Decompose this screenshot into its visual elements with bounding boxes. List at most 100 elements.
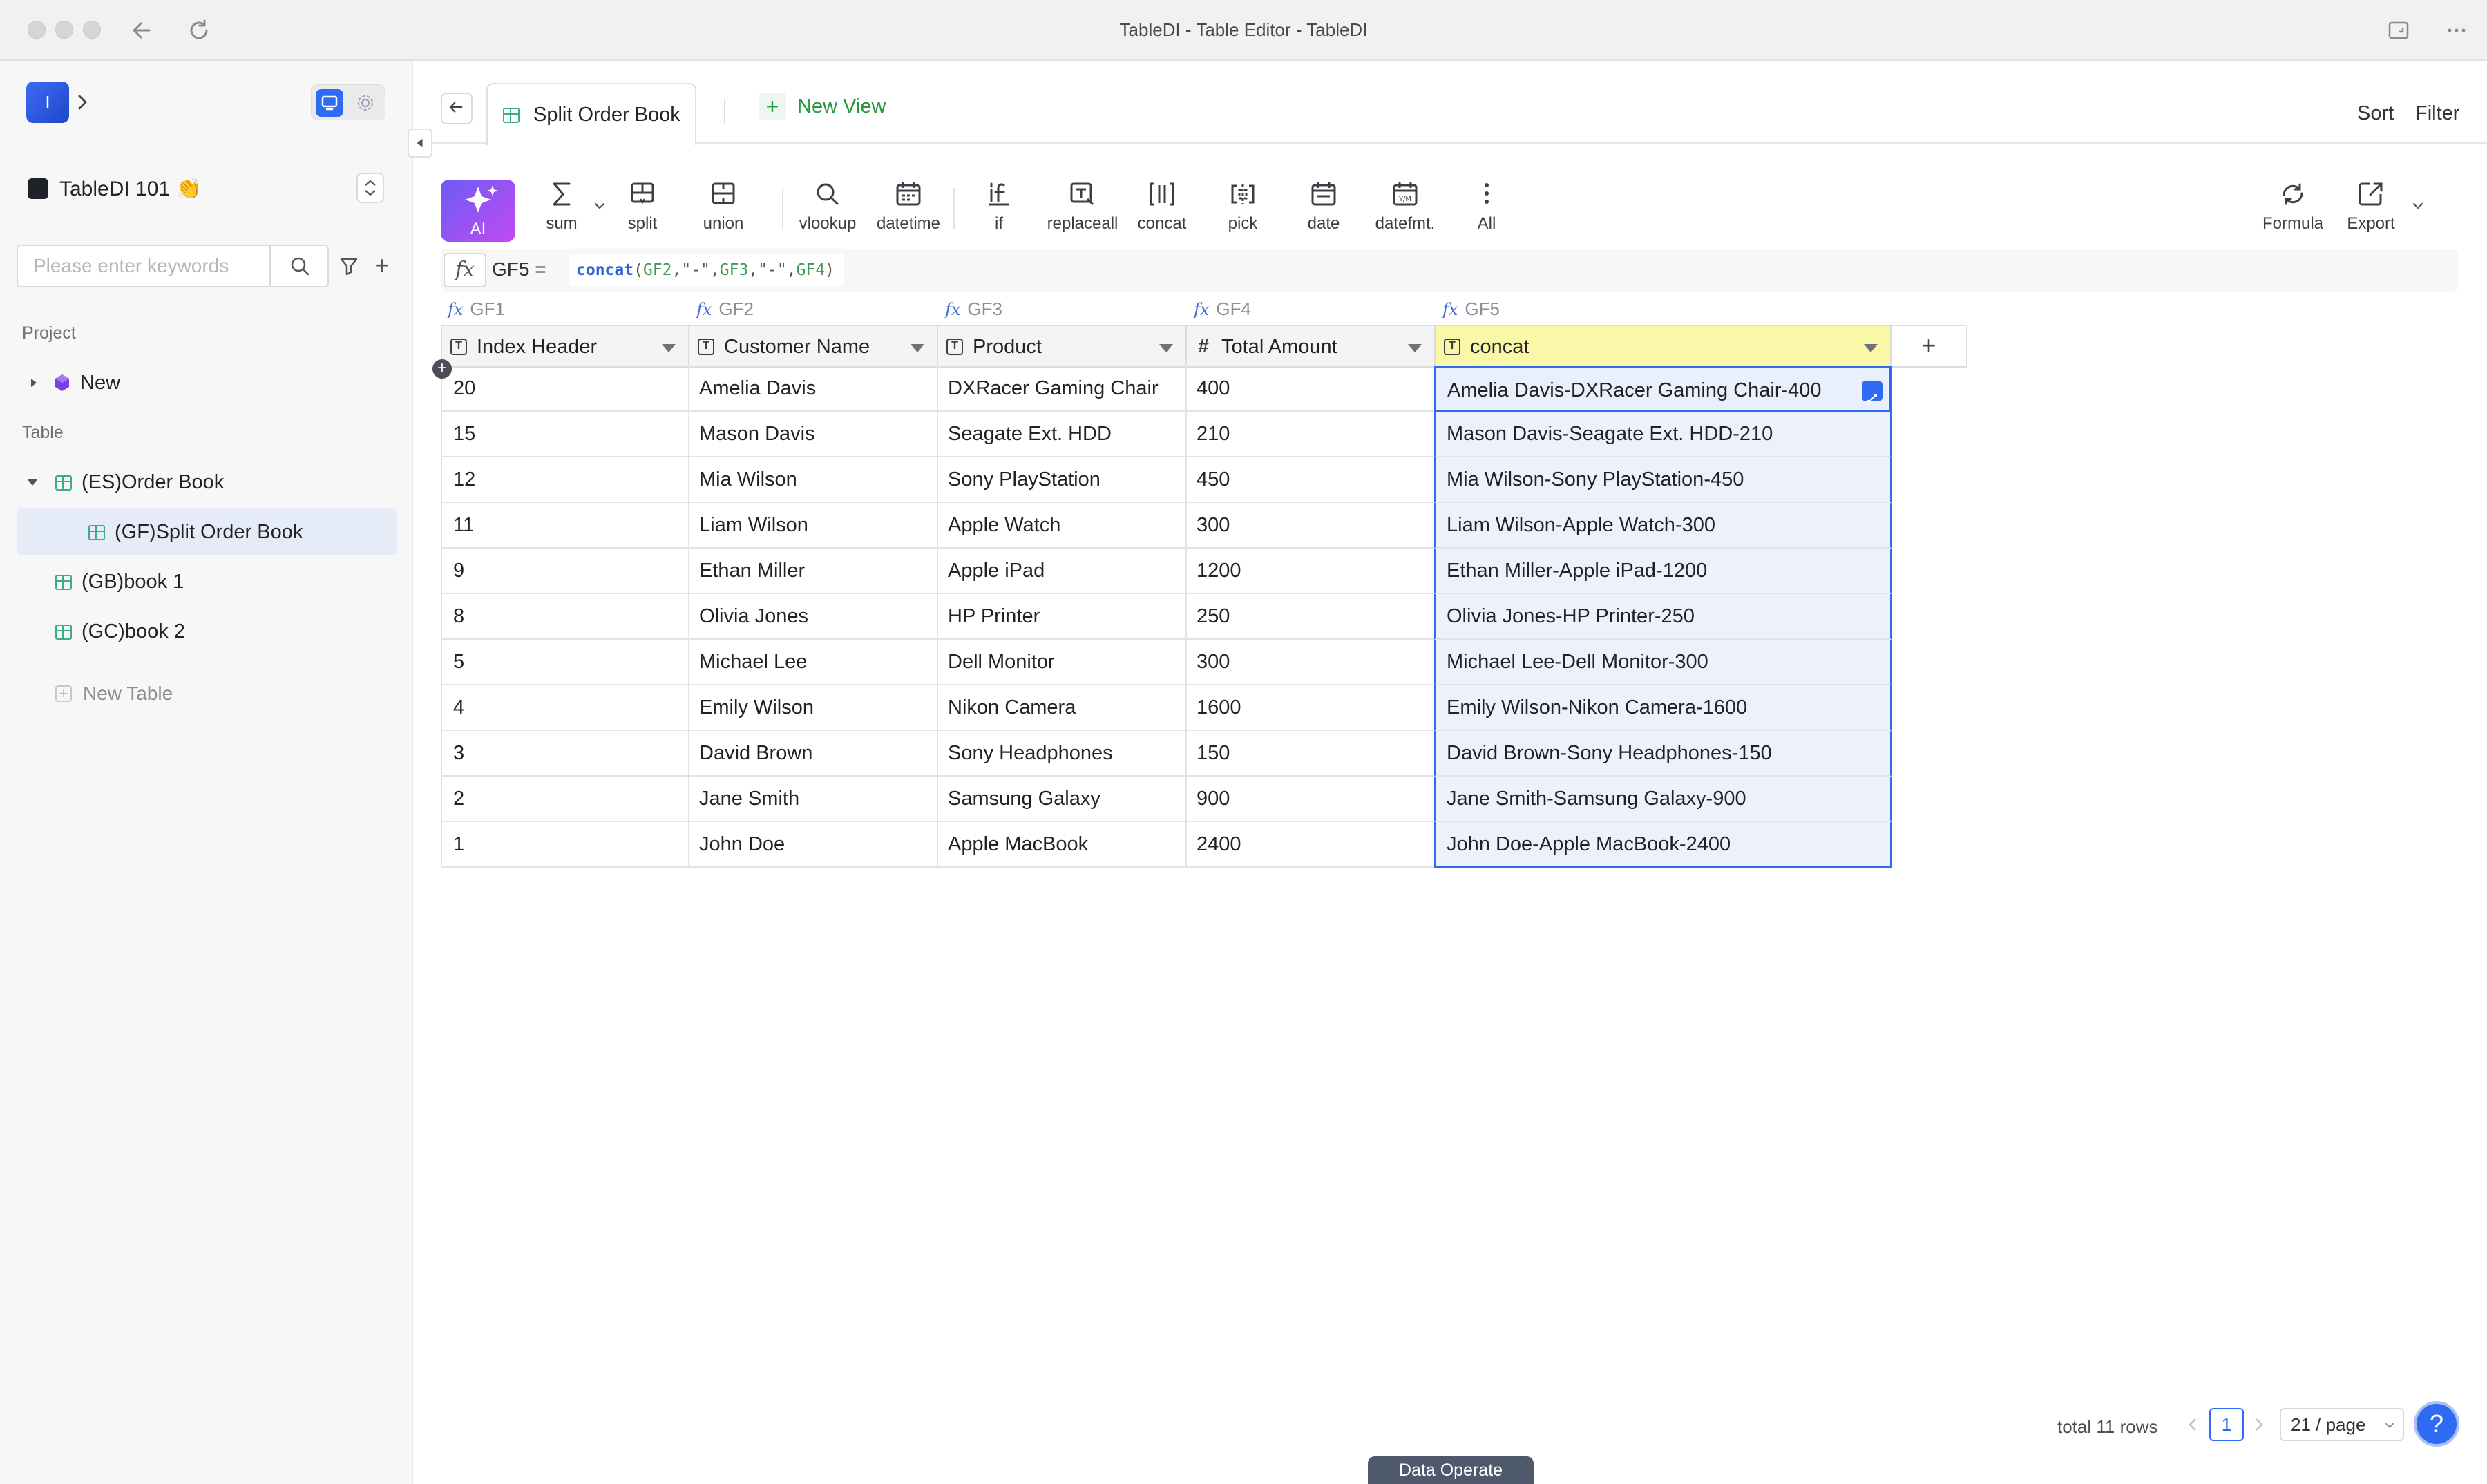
table-cell[interactable]: 1 [441, 822, 689, 868]
table-cell[interactable]: John Doe [688, 822, 938, 868]
chevron-down-icon[interactable] [593, 199, 607, 213]
tool-datetime[interactable]: datetime [874, 178, 943, 247]
column-header-concat[interactable]: T concat [1434, 325, 1892, 368]
table-cell[interactable]: 20 [441, 366, 689, 412]
column-header-total-amount[interactable]: # Total Amount [1185, 325, 1436, 368]
column-header-index[interactable]: T Index Header [441, 325, 689, 368]
concat-cell[interactable]: Liam Wilson-Apple Watch-300 [1434, 503, 1892, 549]
chevron-right-icon[interactable] [75, 90, 91, 115]
tool-datefmt[interactable]: Y/M datefmt. [1371, 178, 1440, 247]
table-cell[interactable]: Apple iPad [937, 549, 1187, 594]
table-cell[interactable]: Ethan Miller [688, 549, 938, 594]
sidebar-item-order-book[interactable]: (ES)Order Book [17, 459, 397, 506]
table-cell[interactable]: 5 [441, 640, 689, 685]
column-formula-label[interactable]: fx GF5 [1442, 298, 1500, 323]
concat-cell[interactable]: Jane Smith-Samsung Galaxy-900 [1434, 777, 1892, 822]
tool-if[interactable]: if [964, 178, 1033, 247]
table-cell[interactable]: 11 [441, 503, 689, 549]
table-cell[interactable]: Olivia Jones [688, 594, 938, 640]
tool-concat[interactable]: concat [1127, 178, 1197, 247]
more-horizontal-icon[interactable] [2443, 17, 2470, 44]
workspace-logo[interactable]: I [26, 82, 69, 123]
add-column-button[interactable]: + [1890, 325, 1967, 368]
fx-icon[interactable]: fx [444, 253, 486, 287]
table-cell[interactable]: 8 [441, 594, 689, 640]
tool-vlookup[interactable]: vlookup [793, 178, 862, 247]
page-number-button[interactable]: 1 [2209, 1408, 2244, 1441]
concat-cell[interactable]: Mia Wilson-Sony PlayStation-450 [1434, 457, 1892, 503]
expand-cell-icon[interactable] [1862, 381, 1883, 403]
next-page-button[interactable] [2251, 1411, 2267, 1438]
table-cell[interactable]: 900 [1185, 777, 1436, 822]
page-size-select[interactable]: 21 / page [2280, 1408, 2404, 1441]
search-button[interactable] [269, 246, 329, 286]
help-button[interactable]: ? [2414, 1401, 2459, 1447]
table-cell[interactable]: Apple Watch [937, 503, 1187, 549]
table-cell[interactable]: 210 [1185, 412, 1436, 457]
tool-pick[interactable]: pick [1208, 178, 1277, 247]
concat-cell[interactable]: Olivia Jones-HP Printer-250 [1434, 594, 1892, 640]
caret-down-icon[interactable] [1159, 344, 1173, 352]
table-cell[interactable]: Samsung Galaxy [937, 777, 1187, 822]
filter-button[interactable]: Filter [2415, 102, 2459, 125]
table-cell[interactable]: Sony PlayStation [937, 457, 1187, 503]
sidebar-item-new-project[interactable]: New [17, 359, 397, 406]
collapse-sidebar-handle[interactable] [408, 129, 432, 158]
column-formula-label[interactable]: fx GF4 [1194, 298, 1251, 323]
concat-cell[interactable]: David Brown-Sony Headphones-150 [1434, 731, 1892, 777]
table-cell[interactable]: 300 [1185, 503, 1436, 549]
table-cell[interactable]: Jane Smith [688, 777, 938, 822]
search-input[interactable] [18, 246, 269, 286]
column-formula-label[interactable]: fx GF3 [945, 298, 1002, 323]
concat-cell[interactable]: Mason Davis-Seagate Ext. HDD-210 [1434, 412, 1892, 457]
project-selector[interactable]: TableDI 101 👏 [26, 169, 385, 207]
column-header-customer-name[interactable]: T Customer Name [688, 325, 938, 368]
concat-cell[interactable]: Michael Lee-Dell Monitor-300 [1434, 640, 1892, 685]
column-formula-label[interactable]: fx GF1 [448, 298, 505, 323]
concat-cell[interactable]: Emily Wilson-Nikon Camera-1600 [1434, 685, 1892, 731]
table-cell[interactable]: Nikon Camera [937, 685, 1187, 731]
table-cell[interactable]: HP Printer [937, 594, 1187, 640]
export-button[interactable]: Export [2336, 178, 2405, 247]
concat-cell[interactable]: Ethan Miller-Apple iPad-1200 [1434, 549, 1892, 594]
tool-union[interactable]: union [689, 178, 758, 247]
tool-replaceall[interactable]: replaceall [1045, 178, 1120, 247]
table-cell[interactable]: 450 [1185, 457, 1436, 503]
tab-split-order-book[interactable]: Split Order Book [486, 83, 696, 145]
tool-date[interactable]: date [1289, 178, 1358, 247]
table-cell[interactable]: Amelia Davis [688, 366, 938, 412]
formula-button[interactable]: Formula [2255, 178, 2331, 247]
back-button[interactable] [441, 93, 473, 124]
table-cell[interactable]: Apple MacBook [937, 822, 1187, 868]
table-cell[interactable]: 12 [441, 457, 689, 503]
column-header-product[interactable]: T Product [937, 325, 1187, 368]
table-cell[interactable]: Dell Monitor [937, 640, 1187, 685]
table-cell[interactable]: 1200 [1185, 549, 1436, 594]
prev-page-button[interactable] [2184, 1411, 2201, 1438]
tool-split[interactable]: split [608, 178, 677, 247]
table-cell[interactable]: Liam Wilson [688, 503, 938, 549]
ai-button[interactable]: AI [441, 180, 515, 242]
chevron-updown-icon[interactable] [356, 173, 384, 203]
data-operate-tab[interactable]: Data Operate [1368, 1456, 1534, 1484]
add-row-icon[interactable]: + [432, 359, 452, 379]
chevron-down-icon[interactable] [2411, 199, 2425, 213]
table-cell[interactable]: Seagate Ext. HDD [937, 412, 1187, 457]
tool-sum[interactable]: sum [527, 178, 596, 247]
tool-all[interactable]: All [1452, 178, 1521, 247]
table-cell[interactable]: 250 [1185, 594, 1436, 640]
table-cell[interactable]: 300 [1185, 640, 1436, 685]
add-icon[interactable]: + [370, 251, 394, 279]
filter-icon[interactable] [337, 253, 361, 279]
concat-cell[interactable]: John Doe-Apple MacBook-2400 [1434, 822, 1892, 868]
caret-down-icon[interactable] [1408, 344, 1422, 352]
table-cell[interactable]: David Brown [688, 731, 938, 777]
sidebar-item-split-order-book[interactable]: (GF)Split Order Book [17, 508, 397, 555]
table-cell[interactable]: 400 [1185, 366, 1436, 412]
table-cell[interactable]: Mason Davis [688, 412, 938, 457]
table-cell[interactable]: 2 [441, 777, 689, 822]
sort-button[interactable]: Sort [2357, 102, 2394, 125]
settings-mode-button[interactable] [352, 89, 379, 117]
sidebar-item-book-1[interactable]: (GB)book 1 [17, 558, 397, 605]
table-cell[interactable]: 3 [441, 731, 689, 777]
